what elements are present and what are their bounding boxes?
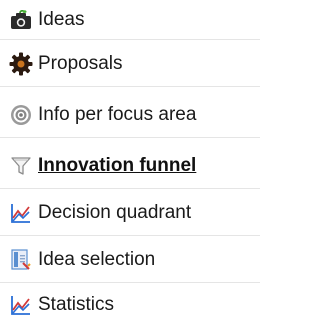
menu-list: Ideas Proposals Info per focus area Inno… (0, 0, 260, 322)
menu-item-label: Decision quadrant (38, 201, 192, 223)
gear-icon (8, 51, 34, 77)
menu-item-info-per-focus-area[interactable]: Info per focus area (0, 92, 260, 138)
menu-item-innovation-funnel[interactable]: Innovation funnel (0, 143, 260, 189)
menu-item-label: Proposals (38, 52, 123, 74)
menu-item-label: Innovation funnel (38, 154, 197, 176)
menu-item-label: Statistics (38, 294, 115, 315)
funnel-icon (8, 153, 34, 179)
menu-item-label: Info per focus area (38, 103, 197, 125)
menu-item-label: Idea selection (38, 248, 156, 270)
menu-item-ideas[interactable]: Ideas (0, 0, 260, 40)
menu-item-idea-selection[interactable]: Idea selection (0, 237, 260, 283)
target-icon (8, 102, 34, 128)
document-icon (8, 247, 34, 273)
menu-item-proposals[interactable]: Proposals (0, 41, 260, 87)
menu-item-decision-quadrant[interactable]: Decision quadrant (0, 190, 260, 236)
menu-item-statistics[interactable]: Statistics (0, 282, 260, 328)
menu-item-label: Ideas (38, 8, 85, 30)
camera-icon (8, 7, 34, 33)
chart-icon (8, 200, 34, 226)
chart-icon (8, 292, 34, 318)
